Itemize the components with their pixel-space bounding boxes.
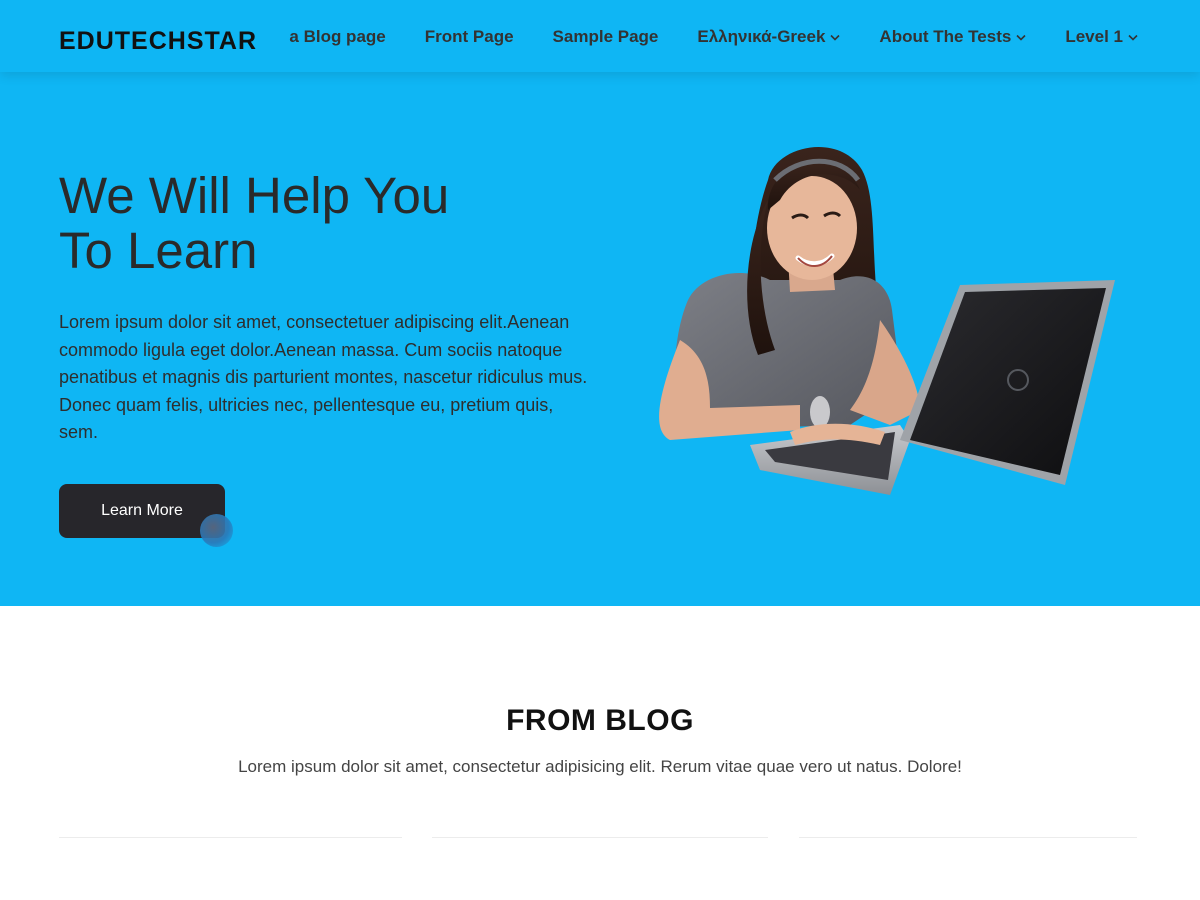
hero-title-line-2: To Learn	[59, 222, 258, 279]
nav-item-label: Front Page	[424, 27, 514, 46]
chevron-down-icon	[830, 34, 840, 41]
hero-description: Lorem ipsum dolor sit amet, consectetuer…	[59, 312, 588, 442]
chevron-down-icon	[1016, 34, 1026, 41]
nav-item-label: Ελληνικά-Greek	[697, 27, 826, 46]
button-decoration	[200, 514, 233, 547]
hero-title: We Will Help You To Learn	[59, 168, 619, 278]
nav-item-about-the-tests[interactable]: About The Tests	[879, 26, 1026, 48]
blog-section-subtitle: Lorem ipsum dolor sit amet, consectetur …	[238, 757, 962, 776]
blog-section: FROM BLOG Lorem ipsum dolor sit amet, co…	[0, 606, 1200, 900]
nav-item-label: About The Tests	[879, 27, 1012, 46]
site-header: EDUTECHSTAR a Blog page Front Page Sampl…	[0, 0, 1200, 72]
nav-item-level-1[interactable]: Level 1	[1065, 26, 1138, 48]
student-laptop-illustration	[659, 146, 1115, 495]
site-logo[interactable]: EDUTECHSTAR	[59, 27, 257, 55]
nav-item-label: Level 1	[1065, 27, 1123, 46]
chevron-down-icon	[1128, 34, 1138, 41]
hero-section: We Will Help You To Learn Lorem ipsum do…	[0, 72, 1200, 606]
hero-title-line-1: We Will Help You	[59, 167, 450, 224]
nav-item-greek[interactable]: Ελληνικά-Greek	[697, 26, 840, 48]
blog-card[interactable]	[59, 837, 402, 897]
nav-item-label: a Blog page	[289, 27, 386, 46]
blog-card[interactable]	[432, 837, 768, 897]
nav-item-front-page[interactable]: Front Page	[425, 26, 514, 48]
nav-item-sample-page[interactable]: Sample Page	[553, 26, 659, 48]
nav-item-blog-page[interactable]: a Blog page	[289, 26, 385, 48]
blog-section-title: FROM BLOG	[506, 704, 694, 737]
blog-card[interactable]	[799, 837, 1137, 897]
nav-item-label: Sample Page	[552, 27, 659, 46]
main-nav: a Blog page Front Page Sample Page Ελλην…	[289, 25, 1138, 49]
